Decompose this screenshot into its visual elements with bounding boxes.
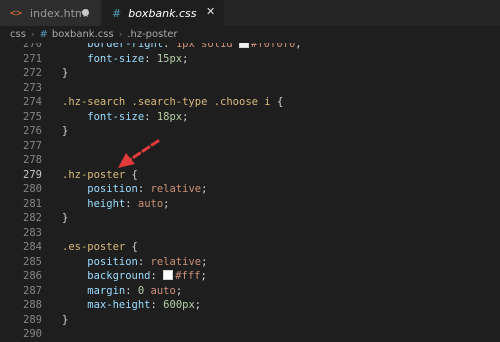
tab-label: index.html <box>30 6 89 20</box>
annotation-arrow-icon <box>118 139 160 168</box>
tab-label: boxbank.css <box>128 6 197 20</box>
tab-index-html[interactable]: <> index.html <box>0 0 101 26</box>
breadcrumb-symbol[interactable]: .hz-poster <box>127 29 177 40</box>
unsaved-dot-icon[interactable] <box>82 9 89 16</box>
breadcrumb-file[interactable]: boxbank.css <box>52 29 114 40</box>
chevron-right-icon: › <box>30 29 35 40</box>
tab-bar: <> index.html # boxbank.css ✕ <box>0 0 500 26</box>
chevron-right-icon: › <box>118 29 123 40</box>
css-file-icon: # <box>112 6 122 20</box>
css-file-icon: # <box>39 29 48 40</box>
html-file-icon: <> <box>10 7 23 19</box>
code-editor[interactable]: 270 border-right: 1px solid #f0f0f0; 271 … <box>0 43 500 342</box>
breadcrumb-folder[interactable]: css <box>10 29 26 40</box>
close-icon[interactable]: ✕ <box>206 5 215 18</box>
tab-boxbank-css[interactable]: # boxbank.css ✕ <box>102 0 224 26</box>
breadcrumb: css › # boxbank.css › .hz-poster <box>0 26 500 43</box>
